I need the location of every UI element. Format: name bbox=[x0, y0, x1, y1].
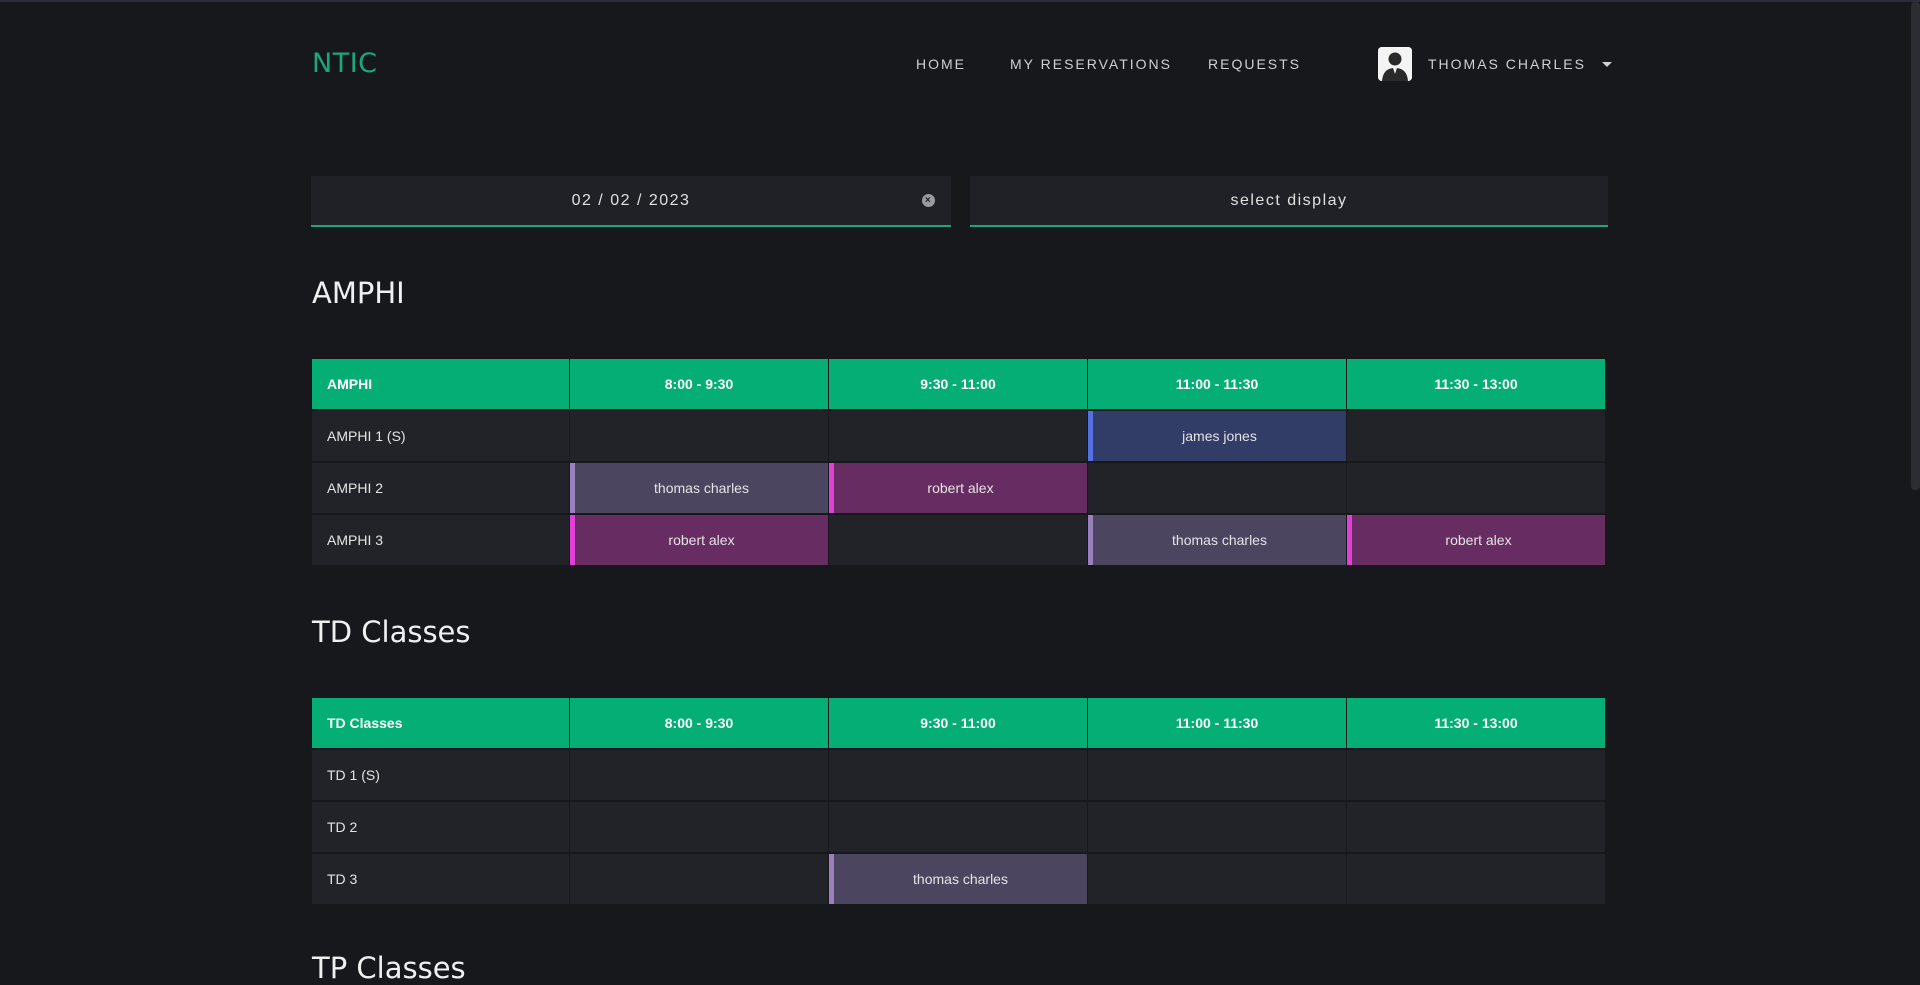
empty-slot[interactable] bbox=[1347, 411, 1605, 461]
empty-slot[interactable] bbox=[570, 802, 828, 852]
top-border bbox=[0, 0, 1920, 2]
empty-slot[interactable] bbox=[829, 802, 1087, 852]
reservation-block[interactable]: robert alex bbox=[1347, 515, 1605, 565]
reservation-block[interactable]: thomas charles bbox=[829, 854, 1087, 904]
empty-slot[interactable] bbox=[570, 854, 828, 904]
nav-my-reservations[interactable]: MY RESERVATIONS bbox=[1010, 56, 1172, 72]
room-name: TD 3 bbox=[312, 854, 569, 904]
room-name: AMPHI 2 bbox=[312, 463, 569, 513]
section-title-tp: TP Classes bbox=[312, 951, 466, 985]
time-slot-header: 8:00 - 9:30 bbox=[570, 359, 828, 409]
time-slot-header: 11:00 - 11:30 bbox=[1088, 698, 1346, 748]
empty-slot[interactable] bbox=[1347, 750, 1605, 800]
user-name: THOMAS CHARLES bbox=[1428, 56, 1586, 72]
table-header-row: AMPHI 8:00 - 9:30 9:30 - 11:00 11:00 - 11:3… bbox=[312, 359, 1607, 411]
time-slot-header: 11:00 - 11:30 bbox=[1088, 359, 1346, 409]
section-title-td: TD Classes bbox=[312, 615, 471, 649]
table-row: TD 1 (S) bbox=[312, 750, 1607, 802]
time-slot-header: 9:30 - 11:00 bbox=[829, 359, 1087, 409]
empty-slot[interactable] bbox=[829, 411, 1087, 461]
room-name: AMPHI 3 bbox=[312, 515, 569, 565]
table-row: AMPHI 1 (S) james jones bbox=[312, 411, 1607, 463]
empty-slot[interactable] bbox=[1088, 854, 1346, 904]
time-slot-header: 11:30 - 13:00 bbox=[1347, 359, 1605, 409]
reservation-block[interactable]: james jones bbox=[1088, 411, 1346, 461]
empty-slot[interactable] bbox=[1088, 463, 1346, 513]
room-column-header: TD Classes bbox=[312, 698, 569, 748]
time-slot-header: 9:30 - 11:00 bbox=[829, 698, 1087, 748]
empty-slot[interactable] bbox=[1347, 854, 1605, 904]
time-slot-header: 8:00 - 9:30 bbox=[570, 698, 828, 748]
room-name: TD 2 bbox=[312, 802, 569, 852]
nav-requests[interactable]: REQUESTS bbox=[1208, 56, 1301, 72]
display-select-label: select display bbox=[1230, 191, 1348, 209]
reservation-block[interactable]: thomas charles bbox=[1088, 515, 1346, 565]
schedule-table-td: TD Classes 8:00 - 9:30 9:30 - 11:00 11:00 -… bbox=[312, 698, 1607, 906]
empty-slot[interactable] bbox=[829, 515, 1087, 565]
table-row: AMPHI 3 robert alex thomas charles robert a… bbox=[312, 515, 1607, 567]
date-value: 02 / 02 / 2023 bbox=[571, 191, 691, 209]
logo[interactable]: NTIC bbox=[312, 48, 378, 79]
section-title-amphi: AMPHI bbox=[312, 276, 405, 310]
table-header-row: TD Classes 8:00 - 9:30 9:30 - 11:00 11:00 -… bbox=[312, 698, 1607, 750]
empty-slot[interactable] bbox=[1347, 802, 1605, 852]
empty-slot[interactable] bbox=[1347, 463, 1605, 513]
time-slot-header: 11:30 - 13:00 bbox=[1347, 698, 1605, 748]
clear-icon[interactable]: × bbox=[922, 194, 935, 207]
scrollbar[interactable] bbox=[1911, 2, 1920, 490]
table-row: TD 2 bbox=[312, 802, 1607, 854]
schedule-table-amphi: AMPHI 8:00 - 9:30 9:30 - 11:00 11:00 - 11:3… bbox=[312, 359, 1607, 567]
empty-slot[interactable] bbox=[570, 411, 828, 461]
reservation-block[interactable]: thomas charles bbox=[570, 463, 828, 513]
table-row: AMPHI 2 thomas charles robert alex bbox=[312, 463, 1607, 515]
date-input[interactable]: 02 / 02 / 2023 × bbox=[311, 176, 951, 227]
empty-slot[interactable] bbox=[829, 750, 1087, 800]
user-avatar-icon bbox=[1378, 47, 1412, 81]
display-select[interactable]: select display bbox=[970, 176, 1608, 227]
room-name: TD 1 (S) bbox=[312, 750, 569, 800]
reservation-block[interactable]: robert alex bbox=[829, 463, 1087, 513]
nav-home[interactable]: HOME bbox=[916, 56, 966, 72]
chevron-down-icon bbox=[1601, 61, 1612, 67]
user-menu[interactable]: THOMAS CHARLES bbox=[1378, 47, 1612, 81]
reservation-block[interactable]: robert alex bbox=[570, 515, 828, 565]
avatar bbox=[1378, 47, 1412, 81]
room-name: AMPHI 1 (S) bbox=[312, 411, 569, 461]
empty-slot[interactable] bbox=[570, 750, 828, 800]
table-row: TD 3 thomas charles bbox=[312, 854, 1607, 906]
room-column-header: AMPHI bbox=[312, 359, 569, 409]
empty-slot[interactable] bbox=[1088, 802, 1346, 852]
empty-slot[interactable] bbox=[1088, 750, 1346, 800]
